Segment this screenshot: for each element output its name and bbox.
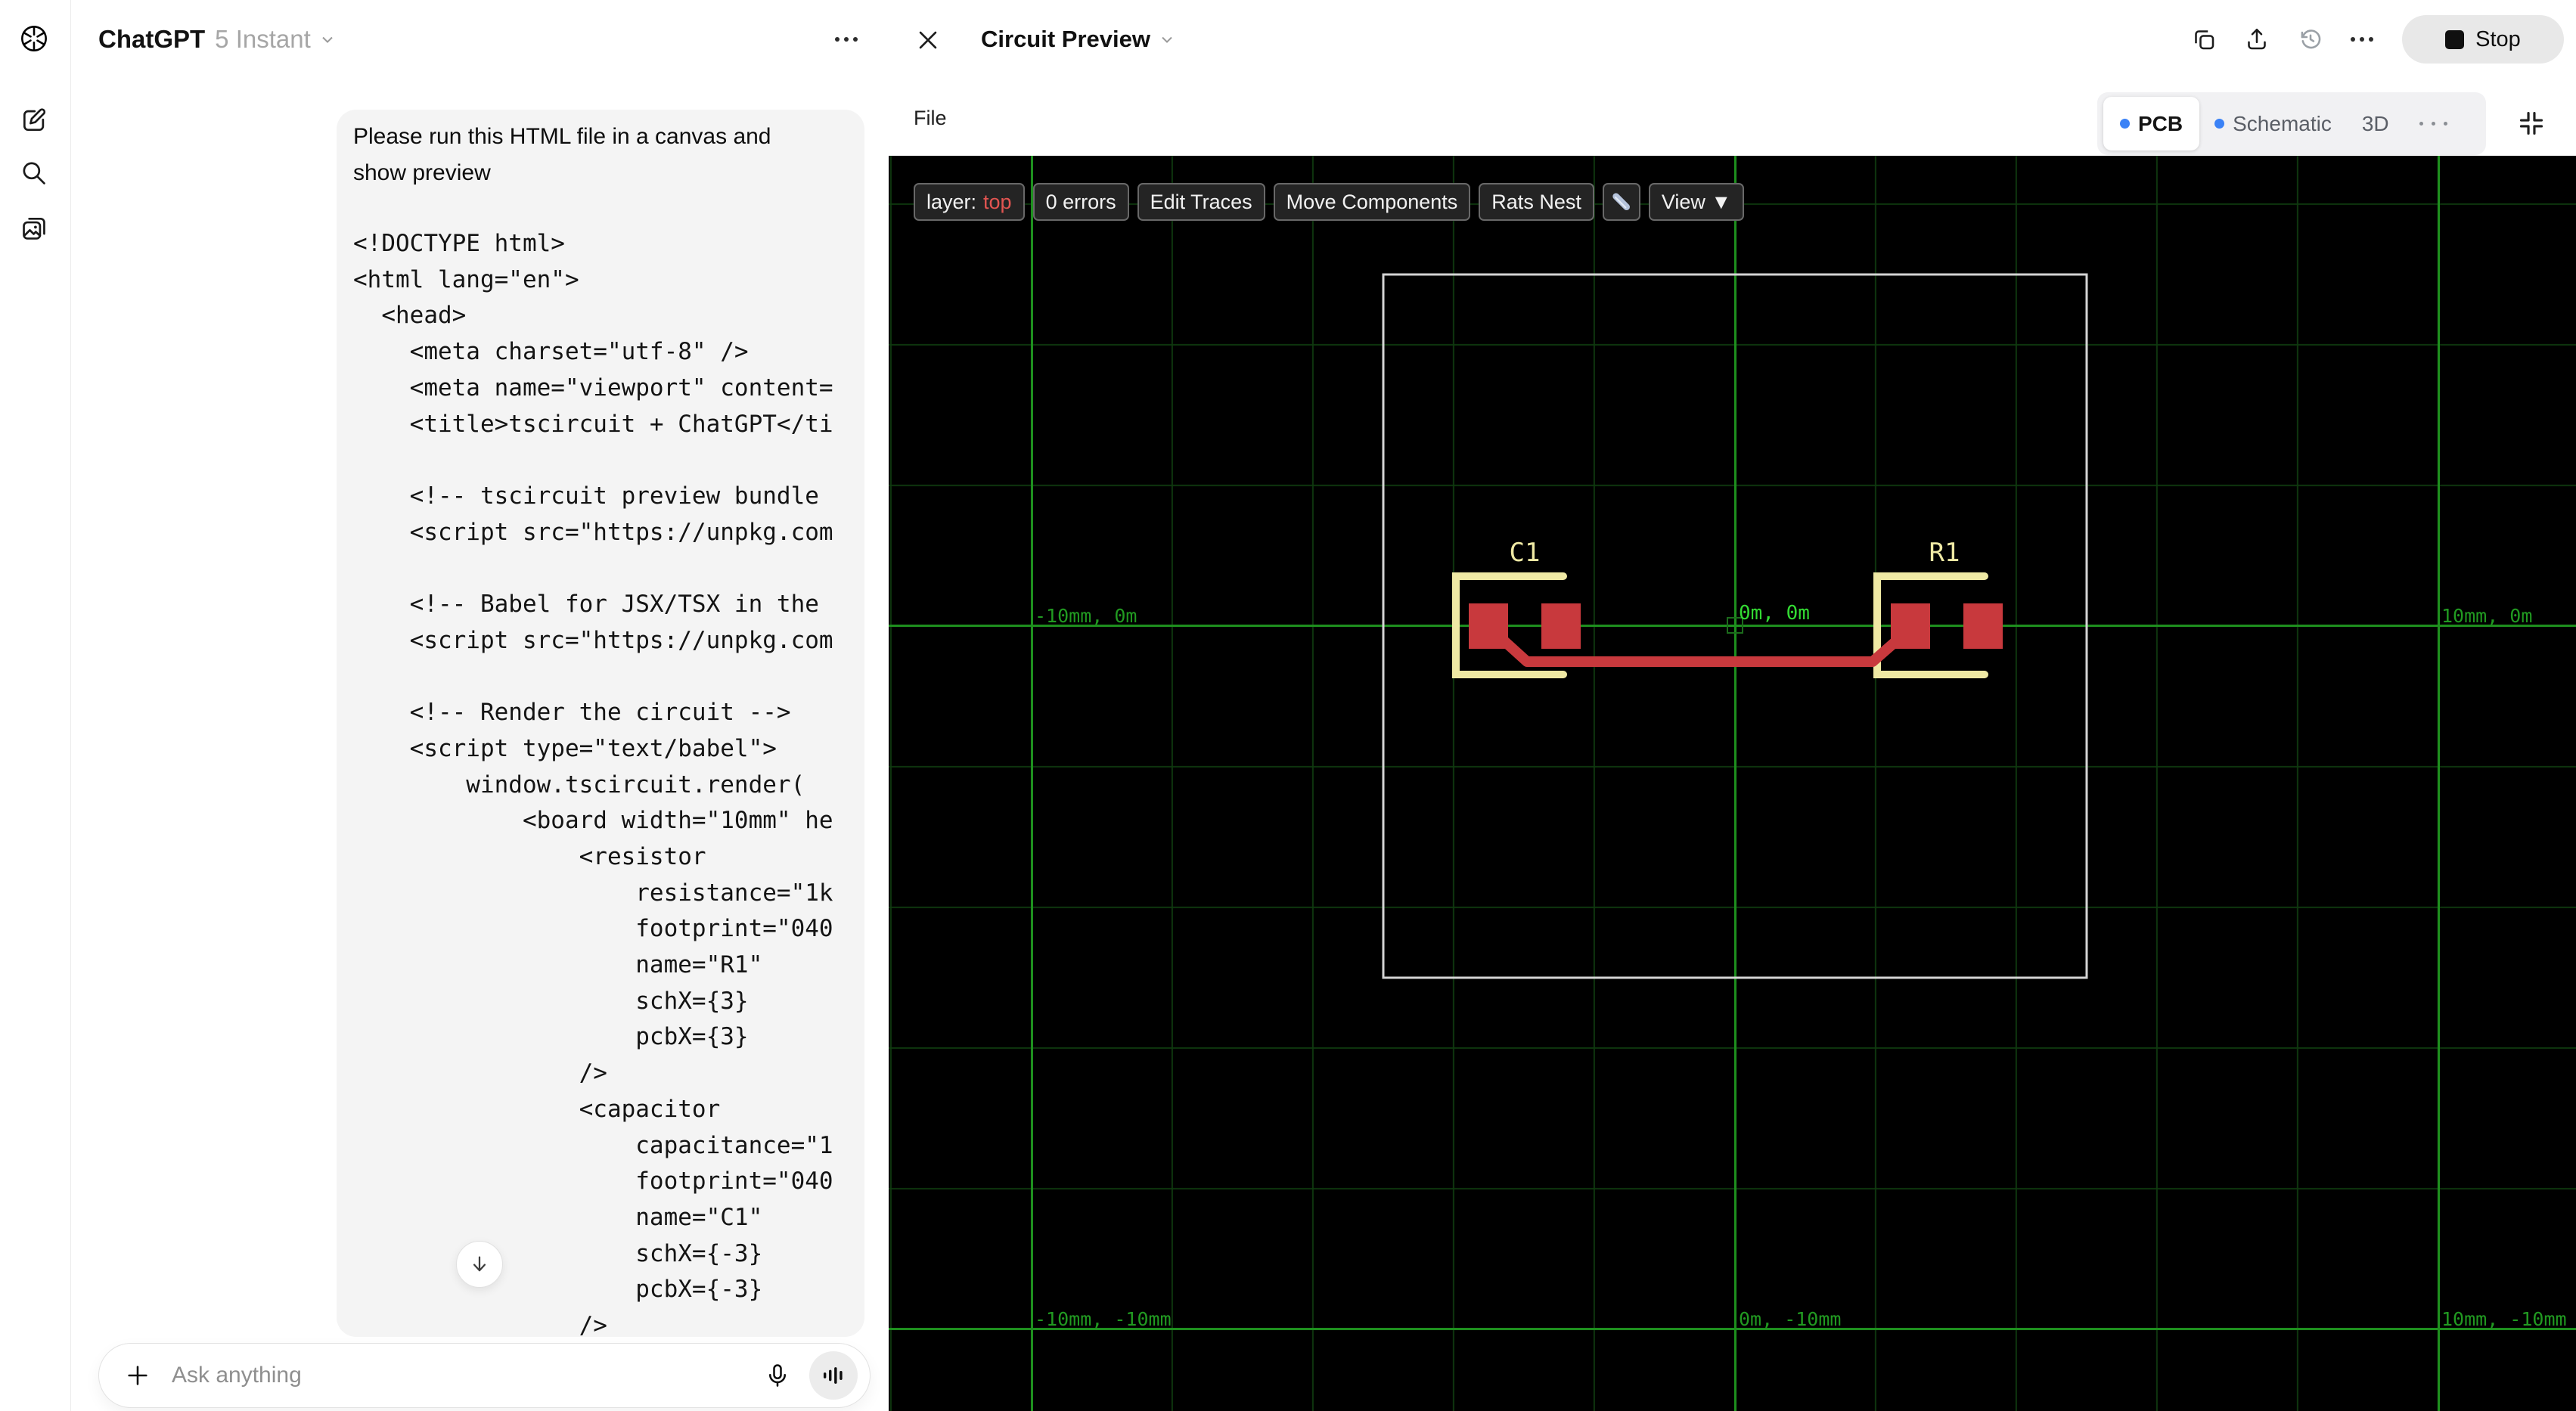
tab-pcb[interactable]: PCB <box>2103 97 2200 150</box>
canvas-title-menu[interactable]: Circuit Preview <box>981 21 1176 57</box>
tab-schematic-label: Schematic <box>2233 111 2332 135</box>
canvas-more-icon[interactable] <box>2351 37 2373 42</box>
pencil-icon <box>1609 190 1634 214</box>
coord-label-origin: 0m, 0m <box>1739 602 1810 625</box>
model-name: 5 Instant <box>215 25 311 53</box>
rats-nest-button[interactable]: Rats Nest <box>1479 183 1594 221</box>
tab-3d[interactable]: 3D <box>2347 112 2404 136</box>
pencil-tool-button[interactable] <box>1602 183 1640 221</box>
pad-c1-2 <box>1541 603 1581 649</box>
stop-square-icon <box>2445 29 2465 49</box>
history-icon[interactable] <box>2297 26 2324 53</box>
share-icon[interactable] <box>2243 26 2270 53</box>
component-label-r1: R1 <box>1929 538 1960 568</box>
tab-3d-label: 3D <box>2361 111 2389 135</box>
user-message-code: <!DOCTYPE html> <html lang="en"> <head> … <box>353 230 833 1337</box>
composer-placeholder: Ask anything <box>172 1363 302 1388</box>
arrow-down-icon <box>468 1253 491 1276</box>
canvas-title: Circuit Preview <box>981 26 1150 52</box>
pcb-status-dot <box>2120 119 2130 129</box>
coord-label-right-mid: 10mm, 0m <box>2441 605 2533 627</box>
pcb-drawing: C1 R1 <box>1382 273 2088 979</box>
layer-value: top <box>983 190 1012 213</box>
sidebar <box>0 0 71 1411</box>
coord-label-right-bottom: 10mm, -10mm <box>2441 1308 2567 1330</box>
move-components-button[interactable]: Move Components <box>1273 183 1471 221</box>
plus-icon[interactable] <box>125 1363 151 1388</box>
coord-label-left-mid: -10mm, 0m <box>1035 605 1137 627</box>
model-selector[interactable]: ChatGPT 5 Instant <box>98 21 337 57</box>
composer-input[interactable]: Ask anything <box>98 1343 871 1408</box>
coord-label-bottom-mid: 0m, -10mm <box>1739 1308 1842 1330</box>
user-message-text: Please run this HTML file in a canvas an… <box>353 124 771 185</box>
chevron-down-icon <box>318 30 337 48</box>
app-name: ChatGPT <box>98 25 206 53</box>
tab-schematic[interactable]: Schematic <box>2199 112 2347 136</box>
layer-label: layer: <box>926 190 977 213</box>
conversation-options-icon[interactable] <box>835 37 858 42</box>
scroll-to-bottom-button[interactable] <box>456 1241 503 1288</box>
voice-waveform-icon <box>821 1363 846 1388</box>
schematic-status-dot <box>2214 119 2225 129</box>
library-icon[interactable] <box>20 214 48 243</box>
collapse-icon[interactable] <box>2517 109 2546 138</box>
component-label-c1: C1 <box>1510 538 1541 568</box>
copy-icon[interactable] <box>2190 26 2218 53</box>
tabs-overflow-icon[interactable] <box>2404 122 2463 126</box>
new-chat-icon[interactable] <box>20 106 48 135</box>
stop-label: Stop <box>2475 26 2521 51</box>
layer-selector-button[interactable]: layer: top <box>914 183 1025 221</box>
voice-mode-button[interactable] <box>809 1351 858 1400</box>
view-dropdown-button[interactable]: View ▼ <box>1648 183 1745 221</box>
pad-c1-1 <box>1469 603 1508 649</box>
microphone-icon[interactable] <box>764 1362 791 1389</box>
pad-r1-1 <box>1891 603 1930 649</box>
app-root: ChatGPT 5 Instant Please run this HTML f… <box>0 0 2576 1411</box>
pad-r1-2 <box>1963 603 2003 649</box>
edit-traces-button[interactable]: Edit Traces <box>1137 183 1265 221</box>
pcb-toolbar: layer: top 0 errors Edit Traces Move Com… <box>914 183 1745 221</box>
pcb-canvas[interactable]: C1 R1 -10mm, 0m 0m, 0m 10mm, 0m -10mm, -… <box>889 156 2576 1411</box>
coord-label-left-bottom: -10mm, -10mm <box>1035 1308 1172 1330</box>
openai-logo-icon <box>20 24 48 53</box>
chevron-down-icon <box>1158 30 1176 48</box>
stop-button[interactable]: Stop <box>2402 15 2564 64</box>
user-message-bubble: Please run this HTML file in a canvas an… <box>337 110 864 1337</box>
errors-button[interactable]: 0 errors <box>1032 183 1129 221</box>
close-icon[interactable] <box>915 27 941 53</box>
view-tabs: PCB Schematic 3D <box>2097 92 2486 155</box>
tab-pcb-label: PCB <box>2138 111 2183 135</box>
search-icon[interactable] <box>20 159 48 188</box>
file-menu[interactable]: File <box>914 107 947 130</box>
